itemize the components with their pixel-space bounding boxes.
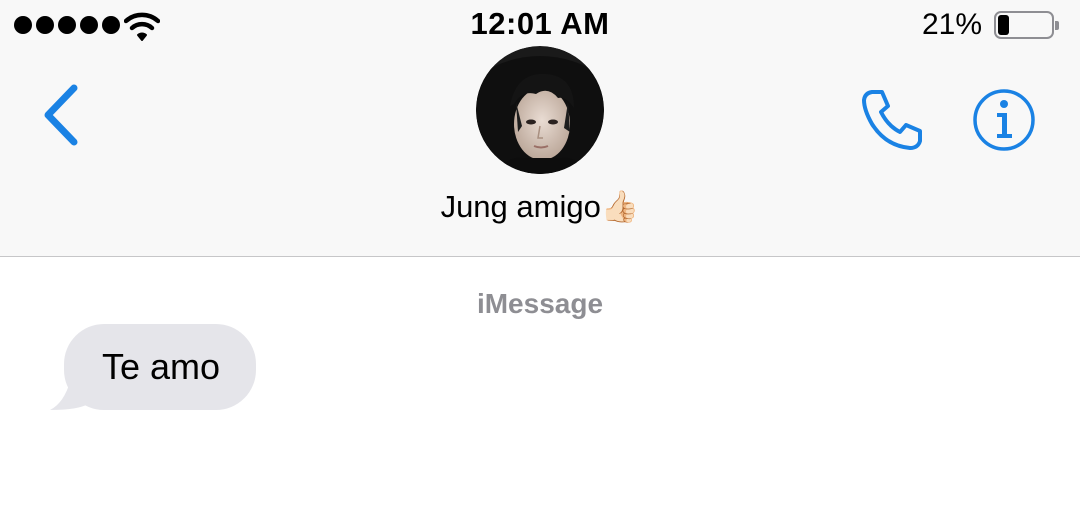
message-bubble: Te amo: [64, 324, 257, 410]
contact-name[interactable]: Jung amigo👍🏻: [0, 188, 1080, 225]
info-icon[interactable]: [972, 88, 1036, 152]
avatar-photo: [476, 46, 604, 174]
battery-percentage: 21%: [921, 8, 982, 41]
battery-icon: [994, 11, 1059, 39]
message-incoming[interactable]: Te amo: [48, 324, 257, 410]
phone-icon[interactable]: [858, 84, 928, 154]
contact-avatar[interactable]: [476, 46, 604, 174]
status-time: 12:01 AM: [470, 6, 610, 41]
conversation-header: 12:01 AM 21% Jung amigo👍🏻: [0, 0, 1080, 257]
back-button[interactable]: [38, 80, 84, 150]
status-bar: 12:01 AM 21%: [0, 0, 1080, 50]
service-label: iMessage: [476, 288, 604, 319]
